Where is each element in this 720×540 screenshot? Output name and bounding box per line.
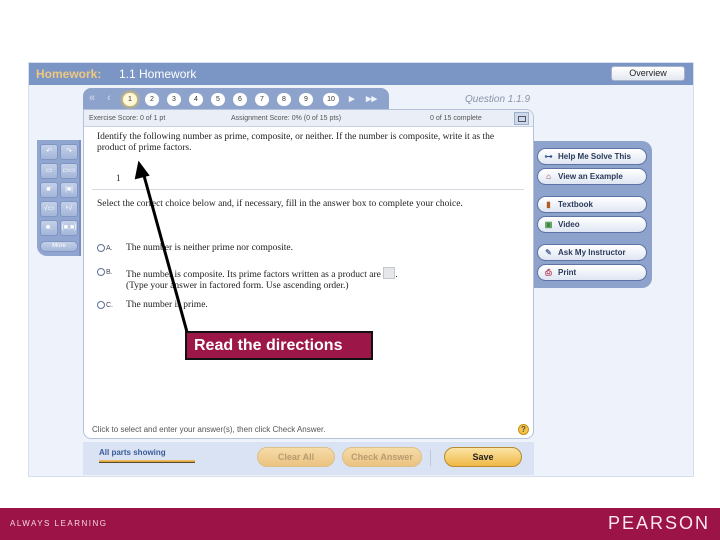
- directions-callout: Read the directions: [185, 331, 373, 360]
- print-label: Print: [558, 268, 577, 277]
- all-parts-showing-link[interactable]: All parts showing: [99, 448, 166, 457]
- textbook-button[interactable]: ▮ Textbook: [537, 196, 647, 213]
- question-8[interactable]: 8: [277, 93, 291, 106]
- homework-window: Homework: 1.1 Homework Overview « ‹ 1 2 …: [28, 62, 694, 477]
- help-question-icon[interactable]: ?: [518, 424, 529, 435]
- choice-a-label: A.: [106, 245, 113, 252]
- action-bar: All parts showing Clear All Check Answer…: [83, 442, 534, 475]
- math-palette: ↶ ↷ ▭ ▭▭ ■' |■| √▭ ⁿ√ ■. (■,■) More: [37, 140, 81, 256]
- textbook-icon: ▮: [546, 200, 551, 209]
- question-7[interactable]: 7: [255, 93, 269, 106]
- pearson-logo: PEARSON: [607, 513, 710, 533]
- ask-my-instructor-label: Ask My Instructor: [558, 248, 626, 257]
- square-root-button[interactable]: √▭: [40, 201, 58, 217]
- last-question-icon[interactable]: ▸▸: [366, 92, 377, 105]
- choice-c-label: C.: [106, 302, 113, 309]
- help-me-solve-this-button[interactable]: ⊶ Help Me Solve This: [537, 148, 647, 165]
- choice-b-label: B.: [106, 269, 113, 276]
- example-icon: ⌂: [546, 172, 551, 181]
- overview-button[interactable]: Overview: [611, 66, 685, 81]
- choice-b-text: The number is composite. Its prime facto…: [126, 270, 381, 280]
- choice-c-radio[interactable]: [97, 301, 105, 309]
- answer-box[interactable]: [383, 267, 396, 279]
- brand-footer: ALWAYS LEARNING PEARSON: [0, 508, 720, 540]
- question-number: 1: [116, 173, 121, 183]
- help-me-solve-this-label: Help Me Solve This: [558, 152, 631, 161]
- ask-my-instructor-button[interactable]: ✎ Ask My Instructor: [537, 244, 647, 261]
- key-icon: ⊶: [544, 152, 553, 161]
- homework-label: Homework:: [36, 67, 102, 81]
- divider: [92, 189, 524, 190]
- undo-button[interactable]: ↶: [40, 144, 58, 160]
- title-bar: Homework: 1.1 Homework Overview: [29, 63, 693, 85]
- assignment-title: 1.1 Homework: [119, 67, 197, 81]
- footer-separator: [430, 450, 431, 466]
- print-icon: ⎙: [545, 268, 552, 277]
- more-button[interactable]: More: [40, 241, 78, 252]
- view-an-example-button[interactable]: ⌂ View an Example: [537, 168, 647, 185]
- help-panel: ⊶ Help Me Solve This ⌂ View an Example ▮…: [534, 141, 652, 288]
- fraction-button[interactable]: ▭: [40, 163, 58, 179]
- hint-text: Click to select and enter your answer(s)…: [92, 425, 326, 434]
- save-button[interactable]: Save: [444, 447, 522, 467]
- nth-root-button[interactable]: ⁿ√: [60, 201, 78, 217]
- video-button[interactable]: ▣ Video: [537, 216, 647, 233]
- instructor-icon: ✎: [545, 248, 552, 257]
- question-3[interactable]: 3: [167, 93, 181, 106]
- check-answer-button[interactable]: Check Answer: [342, 447, 422, 467]
- score-bar: Exercise Score: 0 of 1 pt Assignment Sco…: [84, 110, 533, 127]
- choice-b-note: (Type your answer in factored form. Use …: [126, 281, 349, 291]
- question-6[interactable]: 6: [233, 93, 247, 106]
- question-id: Question 1.1.9: [465, 94, 531, 105]
- instructions: Select the correct choice below and, if …: [97, 199, 463, 209]
- previous-question-icon[interactable]: ‹: [107, 92, 111, 104]
- question-1[interactable]: 1: [123, 93, 137, 106]
- question-10[interactable]: 10: [323, 93, 339, 106]
- next-question-icon[interactable]: ▸: [349, 92, 355, 105]
- print-button[interactable]: ⎙ Print: [537, 264, 647, 281]
- choice-c-text: The number is prime.: [126, 300, 208, 310]
- video-icon: ▣: [544, 220, 553, 229]
- question-5[interactable]: 5: [211, 93, 225, 106]
- exponent-button[interactable]: ■': [40, 182, 58, 198]
- question-4[interactable]: 4: [189, 93, 203, 106]
- video-label: Video: [558, 220, 580, 229]
- question-2[interactable]: 2: [145, 93, 159, 106]
- exercise-score: Exercise Score: 0 of 1 pt: [89, 115, 166, 122]
- first-question-icon[interactable]: «: [89, 92, 95, 104]
- textbook-label: Textbook: [558, 200, 593, 209]
- question-9[interactable]: 9: [299, 93, 313, 106]
- assignment-score: Assignment Score: 0% (0 of 15 pts): [231, 115, 342, 122]
- absolute-value-button[interactable]: |■|: [60, 182, 78, 198]
- clear-all-button[interactable]: Clear All: [257, 447, 335, 467]
- question-prompt: Identify the following number as prime, …: [97, 132, 495, 153]
- choice-a-text: The number is neither prime nor composit…: [126, 243, 293, 253]
- question-panel: Exercise Score: 0 of 1 pt Assignment Sco…: [83, 109, 534, 439]
- decimal-button[interactable]: ■.: [40, 220, 58, 236]
- brand-tagline: ALWAYS LEARNING: [10, 519, 108, 528]
- completion-status: 0 of 15 complete: [430, 115, 482, 122]
- choice-b-radio[interactable]: [97, 268, 105, 276]
- mixed-number-button[interactable]: ▭▭: [60, 163, 78, 179]
- ordered-pair-button[interactable]: (■,■): [60, 220, 78, 236]
- choice-b-suffix: .: [395, 270, 398, 280]
- parts-progress-bar: [99, 460, 195, 463]
- choice-b-content: The number is composite. Its prime facto…: [126, 267, 398, 292]
- expand-window-icon[interactable]: [514, 112, 529, 125]
- question-navigator: « ‹ 1 2 3 4 5 6 7 8 9 10 ▸ ▸▸: [83, 88, 389, 110]
- view-an-example-label: View an Example: [558, 172, 623, 181]
- redo-button[interactable]: ↷: [60, 144, 78, 160]
- choice-a-radio[interactable]: [97, 244, 105, 252]
